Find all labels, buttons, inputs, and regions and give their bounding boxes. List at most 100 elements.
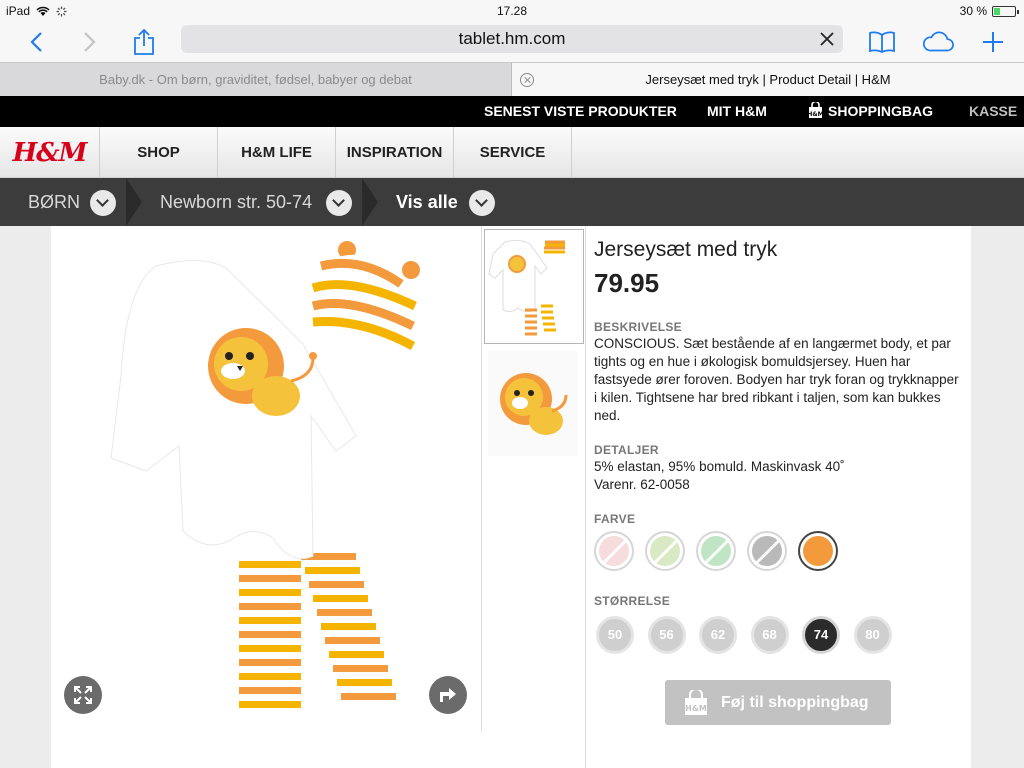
tab-babydk[interactable]: Baby.dk - Om børn, graviditet, fødsel, b… [0,63,512,97]
product-price: 79.95 [594,268,660,298]
main-product-image[interactable] [51,226,481,726]
url-text: tablet.hm.com [458,29,566,48]
tab-label: Baby.dk - Om børn, graviditet, fødsel, b… [99,72,412,87]
share-arrow-icon [440,688,456,702]
chevron-down-icon[interactable] [326,190,352,216]
breadcrumb-separator [362,178,378,226]
legging-stripe [239,687,301,694]
hm-logo[interactable]: H&M [0,127,100,178]
color-swatch[interactable] [798,531,838,571]
color-label: FARVE [594,512,636,526]
legging-stripe [239,617,301,624]
icloud-tabs-icon[interactable] [922,26,954,58]
my-hm-link[interactable]: MIT H&M [707,103,767,119]
forward-icon[interactable] [74,26,106,58]
description-label: BESKRIVELSE [594,320,682,334]
legging-stripe [239,645,301,652]
color-swatch[interactable] [696,531,736,571]
color-swatch[interactable] [747,531,787,571]
share-product-button[interactable] [429,676,467,714]
breadcrumb-separator [126,178,142,226]
legging-stripe [325,637,380,644]
breadcrumb-newborn[interactable]: Newborn str. 50-74 [160,178,312,226]
recently-viewed-link[interactable]: SENEST VISTE PRODUKTER [484,103,677,119]
thumbnail-lion-print[interactable] [488,351,578,456]
tab-bar: Baby.dk - Om børn, graviditet, fødsel, b… [0,62,1024,97]
chevron-down-icon[interactable] [469,190,495,216]
nav-service[interactable]: SERVICE [454,127,572,178]
tab-hm-product[interactable]: Jerseysæt med tryk | Product Detail | H&… [512,63,1024,97]
details-article-number: Varenr. 62-0058 [594,477,690,492]
address-bar[interactable]: tablet.hm.com [181,25,843,53]
size-option[interactable]: 68 [750,616,789,654]
add-to-bag-label: Føj til shoppingbag [721,694,869,711]
new-tab-icon[interactable] [977,26,1009,58]
legging-stripe [329,651,384,658]
legging-stripe [239,603,301,610]
legging-stripe [239,659,301,666]
legging-stripe [317,609,372,616]
size-option[interactable]: 56 [647,616,686,654]
browser-toolbar: tablet.hm.com [0,22,1024,62]
clock: 17.28 [496,4,528,18]
legging-stripe [239,673,301,680]
nav-inspiration[interactable]: INSPIRATION [336,127,454,178]
swatch-fill [803,536,833,566]
legging-stripe [239,575,301,582]
legging-stripe [333,665,388,672]
size-option[interactable]: 50 [596,616,634,654]
battery-icon [992,5,1019,17]
breadcrumb-born[interactable]: BØRN [28,178,80,226]
legging-stripe [305,567,360,574]
tab-label: Jerseysæt med tryk | Product Detail | H&… [645,72,891,87]
legging-stripe [239,589,301,596]
description-text: CONSCIOUS. Sæt bestående af en langærmet… [594,336,959,423]
legging-stripe [309,581,364,588]
share-icon[interactable] [128,26,160,58]
details-composition: 5% elastan, 95% bomuld. Maskinvask 40˚ [594,459,845,474]
size-option[interactable]: 80 [853,616,892,654]
top-links-bar: SENEST VISTE PRODUKTER MIT H&M H&M SHOPP… [0,96,1024,127]
size-label: STØRRELSE [594,594,671,608]
legging-stripe [337,679,392,686]
status-bar: iPad 17.28 30 % [0,0,1024,22]
expand-icon [74,686,92,704]
legging-stripe [313,595,368,602]
color-swatch[interactable] [594,531,634,571]
leggings-illustration [236,536,396,711]
legging-stripe [239,631,301,638]
back-icon[interactable] [20,26,52,58]
divider [481,226,482,732]
shopping-bag-icon: H&M [685,690,707,715]
legging-stripe [341,693,396,700]
shopping-bag-icon: H&M [807,100,824,122]
checkout-link[interactable]: KASSE [969,103,1017,119]
shopping-bag-link[interactable]: SHOPPINGBAG [828,103,933,119]
svg-text:H&M: H&M [808,111,823,118]
hat-illustration [309,241,420,350]
chevron-down-icon[interactable] [90,190,116,216]
bookmarks-icon[interactable] [866,26,898,58]
legging-stripe [239,701,301,708]
product-detail: Jerseysæt med tryk 79.95 BESKRIVELSE CON… [51,226,971,768]
legging-stripe [321,623,376,630]
divider [585,226,586,768]
size-option[interactable]: 62 [699,616,737,654]
size-option[interactable]: 74 [802,616,840,654]
color-swatch[interactable] [645,531,685,571]
close-tab-icon[interactable] [520,73,534,87]
thumbnail-full-set[interactable] [484,229,584,344]
nav-hm-life[interactable]: H&M LIFE [218,127,336,178]
breadcrumb-vis-alle[interactable]: Vis alle [396,178,458,226]
legging-stripe [239,561,301,568]
product-title: Jerseysæt med tryk [594,238,778,261]
svg-text:H&M: H&M [685,704,707,713]
details-label: DETALJER [594,443,659,457]
breadcrumb: BØRN Newborn str. 50-74 Vis alle [0,178,1024,226]
nav-shop[interactable]: SHOP [100,127,218,178]
fullscreen-button[interactable] [64,676,102,714]
clear-url-icon[interactable] [817,29,837,49]
add-to-bag-button[interactable]: H&M Føj til shoppingbag [665,680,891,725]
main-nav: H&M SHOP H&M LIFE INSPIRATION SERVICE [0,127,1024,178]
battery-percent: 30 % [959,4,987,18]
